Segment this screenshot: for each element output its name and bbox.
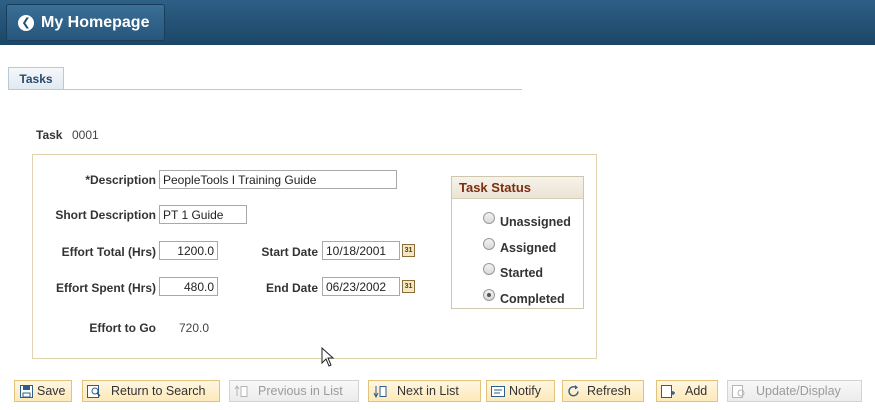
start-date-label: Start Date bbox=[261, 245, 318, 259]
my-homepage-back-button[interactable]: ❮ My Homepage bbox=[6, 4, 165, 41]
task-value: 0001 bbox=[72, 128, 99, 142]
task-label: Task bbox=[36, 128, 63, 142]
chevron-left-icon: ❮ bbox=[18, 14, 34, 31]
previous-in-list-label: Previous in List bbox=[258, 384, 343, 398]
next-in-list-button[interactable]: Next in List bbox=[368, 380, 481, 402]
save-icon bbox=[19, 384, 33, 398]
status-unassigned-option[interactable]: Unassigned bbox=[483, 212, 571, 229]
tab-divider bbox=[8, 89, 522, 90]
refresh-button[interactable]: Refresh bbox=[562, 380, 644, 402]
end-date-field[interactable]: 06/23/2002 bbox=[322, 277, 400, 296]
status-started-option[interactable]: Started bbox=[483, 263, 544, 280]
return-to-search-label: Return to Search bbox=[111, 384, 206, 398]
effort-total-field[interactable]: 1200.0 bbox=[159, 241, 218, 260]
description-field[interactable]: PeopleTools I Training Guide bbox=[159, 170, 397, 189]
start-date-field[interactable]: 10/18/2001 bbox=[322, 241, 400, 260]
effort-to-go-value: 720.0 bbox=[179, 321, 210, 335]
add-label: Add bbox=[685, 384, 708, 398]
effort-spent-field[interactable]: 480.0 bbox=[159, 277, 218, 296]
next-in-list-label: Next in List bbox=[397, 384, 459, 398]
description-label: *Description bbox=[85, 173, 156, 187]
back-button-label: My Homepage bbox=[41, 13, 150, 31]
radio-started[interactable] bbox=[483, 263, 495, 275]
save-button[interactable]: Save bbox=[14, 380, 72, 402]
previous-up-arrow-icon bbox=[234, 384, 248, 398]
task-status-title: Task Status bbox=[452, 177, 583, 199]
add-icon bbox=[661, 384, 675, 398]
add-button[interactable]: Add bbox=[656, 380, 718, 402]
radio-completed[interactable] bbox=[483, 289, 495, 301]
previous-in-list-button[interactable]: Previous in List bbox=[229, 380, 359, 402]
effort-total-label: Effort Total (Hrs) bbox=[61, 245, 156, 259]
update-display-button[interactable]: Update/Display bbox=[727, 380, 862, 402]
update-display-label: Update/Display bbox=[756, 384, 841, 398]
status-completed-option[interactable]: Completed bbox=[483, 289, 565, 306]
header-bar: ❮ My Homepage bbox=[0, 0, 875, 45]
notify-icon bbox=[491, 384, 505, 398]
refresh-label: Refresh bbox=[587, 384, 631, 398]
radio-unassigned[interactable] bbox=[483, 212, 495, 224]
notify-label: Notify bbox=[509, 384, 541, 398]
start-date-calendar-icon[interactable]: 31 bbox=[402, 244, 415, 257]
update-display-icon bbox=[732, 384, 746, 398]
short-description-field[interactable]: PT 1 Guide bbox=[159, 205, 247, 224]
effort-spent-label: Effort Spent (Hrs) bbox=[56, 281, 156, 295]
refresh-icon bbox=[567, 384, 581, 398]
end-date-label: End Date bbox=[265, 281, 318, 295]
radio-assigned[interactable] bbox=[483, 238, 495, 250]
radio-label: Started bbox=[500, 266, 544, 280]
radio-label: Completed bbox=[500, 292, 565, 306]
notify-button[interactable]: Notify bbox=[486, 380, 555, 402]
next-down-arrow-icon bbox=[373, 384, 387, 398]
end-date-calendar-icon[interactable]: 31 bbox=[402, 280, 415, 293]
mouse-cursor-icon bbox=[321, 347, 335, 367]
task-status-box: Task Status Unassigned Assigned Started … bbox=[451, 176, 584, 309]
search-list-icon bbox=[87, 384, 101, 398]
return-to-search-button[interactable]: Return to Search bbox=[82, 380, 220, 402]
radio-label: Assigned bbox=[500, 241, 557, 255]
short-description-label: Short Description bbox=[55, 208, 156, 222]
save-label: Save bbox=[37, 384, 66, 398]
status-assigned-option[interactable]: Assigned bbox=[483, 238, 557, 255]
tab-tasks[interactable]: Tasks bbox=[8, 67, 64, 89]
effort-to-go-label: Effort to Go bbox=[89, 321, 156, 335]
radio-label: Unassigned bbox=[500, 215, 571, 229]
